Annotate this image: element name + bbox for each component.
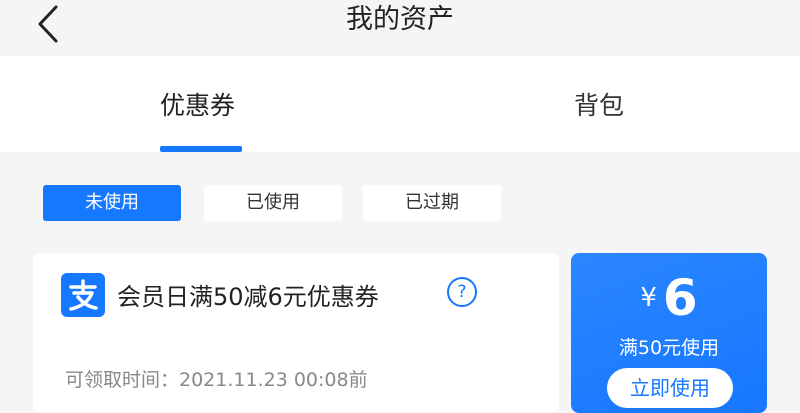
claim-time: 可领取时间：2021.11.23 00:08前 bbox=[65, 369, 368, 391]
filter-bar: 未使用 已使用 已过期 bbox=[0, 152, 800, 252]
filter-expired[interactable]: 已过期 bbox=[363, 185, 501, 221]
currency-symbol: ¥ bbox=[640, 283, 657, 313]
help-icon[interactable]: ? bbox=[447, 277, 477, 307]
coupon-amount: ¥6 bbox=[571, 269, 767, 327]
filter-unused[interactable]: 未使用 bbox=[43, 185, 181, 221]
alipay-logo-icon bbox=[61, 273, 105, 317]
filter-used[interactable]: 已使用 bbox=[204, 185, 342, 221]
top-bar: 我的资产 bbox=[0, 0, 800, 56]
coupon-card[interactable]: 会员日满50减6元优惠券 ? 可领取时间：2021.11.23 00:08前 ¥… bbox=[33, 244, 767, 413]
coupon-value-panel: ¥6 满50元使用 立即使用 bbox=[571, 253, 767, 413]
tab-bar: 优惠券 背包 bbox=[0, 56, 800, 152]
amount-value: 6 bbox=[662, 269, 698, 327]
tab-coupons[interactable]: 优惠券 bbox=[160, 86, 235, 122]
page-title: 我的资产 bbox=[346, 4, 454, 35]
coupon-name: 会员日满50减6元优惠券 bbox=[117, 283, 379, 311]
tab-backpack[interactable]: 背包 bbox=[574, 86, 624, 122]
usage-threshold: 满50元使用 bbox=[618, 337, 720, 359]
coupon-info-panel: 会员日满50减6元优惠券 ? 可领取时间：2021.11.23 00:08前 bbox=[33, 253, 559, 413]
use-now-button[interactable]: 立即使用 bbox=[607, 368, 733, 408]
